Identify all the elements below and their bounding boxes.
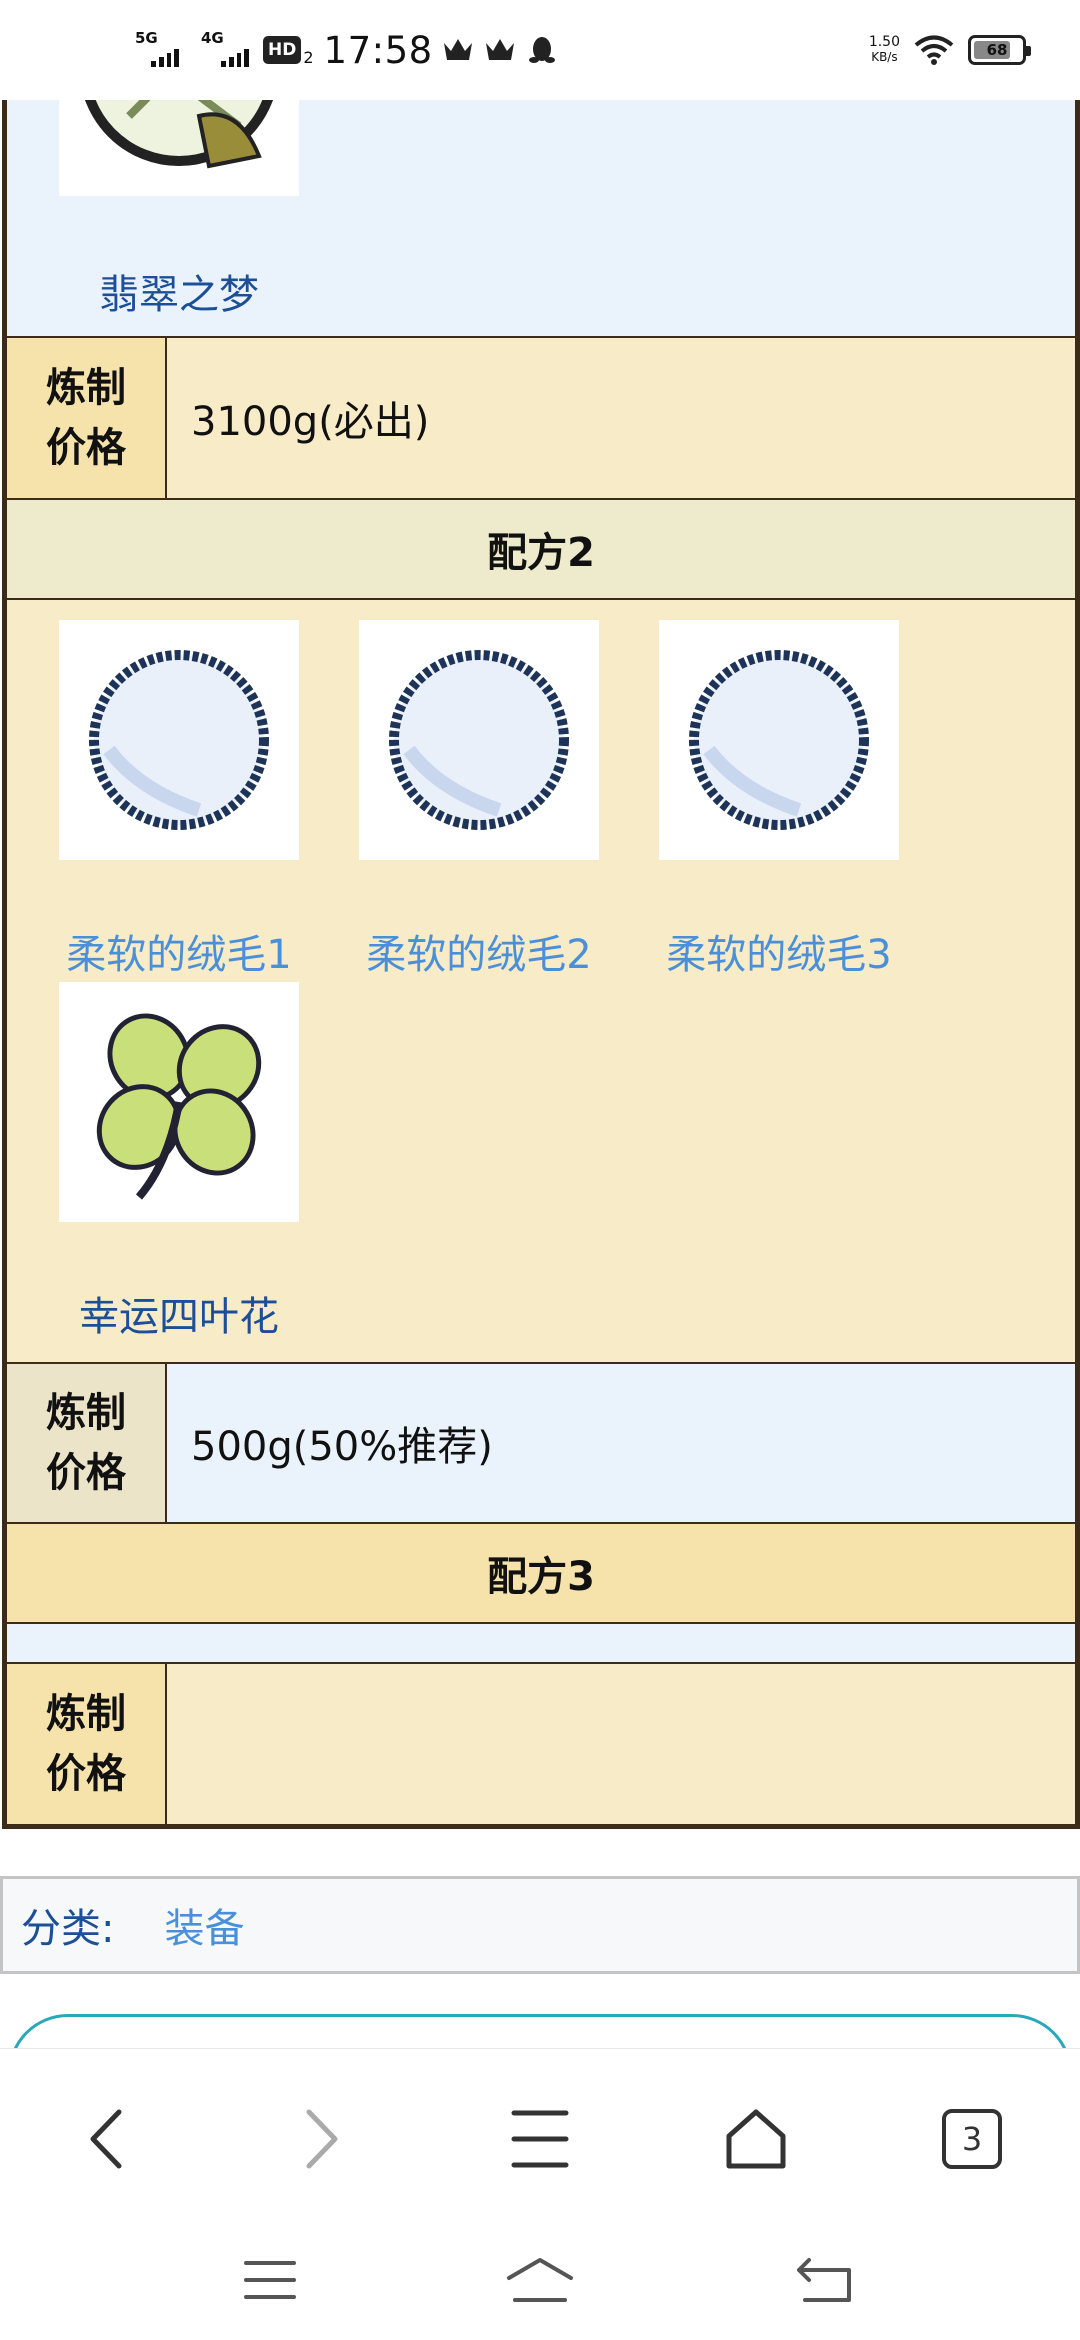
browser-toolbar: 3 <box>0 2048 1080 2210</box>
qq-penguin-icon <box>528 37 555 63</box>
price-label: 炼制价格 <box>7 1664 167 1824</box>
recipe-table: 翡翠之梦 炼制价格 3100g(必出) 配方2 柔软的绒毛1 柔软的绒毛2 柔软… <box>2 100 1080 1829</box>
tab-count: 3 <box>961 2120 983 2158</box>
recipe3-header-row: 配方3 <box>7 1524 1075 1624</box>
status-time: 17:58 <box>323 28 433 72</box>
soft-fluff-icon[interactable] <box>359 620 599 860</box>
item-name-link[interactable]: 翡翠之梦 <box>29 262 329 320</box>
emerald-dream-icon[interactable] <box>59 100 299 196</box>
recipe1-price-row: 炼制价格 3100g(必出) <box>7 338 1075 500</box>
item-name-link[interactable]: 柔软的绒毛1 <box>29 922 329 980</box>
item-name-link[interactable]: 柔软的绒毛2 <box>329 922 629 980</box>
network-speed: 1.50 KB/s <box>868 34 900 65</box>
hd-voice-icon: HD <box>263 36 302 64</box>
menu-icon <box>511 2110 569 2168</box>
signal-5g-icon: 5G <box>135 29 179 67</box>
forward-button[interactable] <box>282 2099 362 2179</box>
home-icon <box>726 2109 786 2169</box>
tabs-icon: 3 <box>942 2109 1002 2169</box>
recipe3-items-row <box>7 1624 1075 1664</box>
forward-icon <box>306 2109 338 2169</box>
item-name-link[interactable]: 幸运四叶花 <box>29 1284 329 1342</box>
signal-4g-icon: 4G <box>201 29 249 67</box>
system-home-button[interactable] <box>505 2250 575 2310</box>
battery-icon: 68 <box>968 35 1031 65</box>
four-leaf-clover-icon[interactable] <box>59 982 299 1222</box>
home-icon <box>507 2258 573 2302</box>
status-bar: 5G 4G HD 2 17:58 1.50 KB/s 68 <box>0 0 1080 100</box>
hd-sub-label: 2 <box>303 47 314 67</box>
next-section-box <box>8 2014 1072 2048</box>
recipe2-price-row: 炼制价格 500g(50%推荐) <box>7 1364 1075 1524</box>
soft-fluff-icon[interactable] <box>659 620 899 860</box>
recents-button[interactable] <box>235 2250 305 2310</box>
recipe2-header-row: 配方2 <box>7 500 1075 600</box>
price-value: 3100g(必出) <box>191 399 430 445</box>
category-label: 分类: <box>21 1906 115 1952</box>
price-value <box>169 1664 1075 1824</box>
price-value: 500g(50%推荐) <box>191 1424 493 1470</box>
crown-icon <box>485 39 514 60</box>
wifi-icon <box>914 35 954 65</box>
back-button[interactable] <box>66 2099 146 2179</box>
back-icon <box>797 2258 851 2302</box>
recents-icon <box>244 2261 296 2299</box>
crown-icon <box>443 39 472 60</box>
tabs-button[interactable]: 3 <box>932 2099 1012 2179</box>
category-link[interactable]: 装备 <box>164 1896 244 1954</box>
home-button[interactable] <box>716 2099 796 2179</box>
recipe2-items-row: 柔软的绒毛1 柔软的绒毛2 柔软的绒毛3 幸运四叶花 <box>7 600 1075 1364</box>
item-name-link[interactable]: 柔软的绒毛3 <box>629 922 929 980</box>
soft-fluff-icon[interactable] <box>59 620 299 860</box>
system-back-button[interactable] <box>790 2250 860 2310</box>
recipe-heading: 配方3 <box>487 1554 595 1600</box>
recipe-heading: 配方2 <box>487 530 595 576</box>
system-nav-bar <box>0 2210 1080 2340</box>
category-box: 分类: 装备 <box>0 1876 1080 1974</box>
price-label: 炼制价格 <box>7 338 167 498</box>
price-label: 炼制价格 <box>7 1364 167 1522</box>
recipe3-price-row: 炼制价格 <box>7 1664 1075 1824</box>
recipe1-items-row: 翡翠之梦 <box>7 100 1075 338</box>
back-icon <box>90 2109 122 2169</box>
menu-button[interactable] <box>500 2099 580 2179</box>
page-content: 翡翠之梦 炼制价格 3100g(必出) 配方2 柔软的绒毛1 柔软的绒毛2 柔软… <box>0 100 1080 2048</box>
